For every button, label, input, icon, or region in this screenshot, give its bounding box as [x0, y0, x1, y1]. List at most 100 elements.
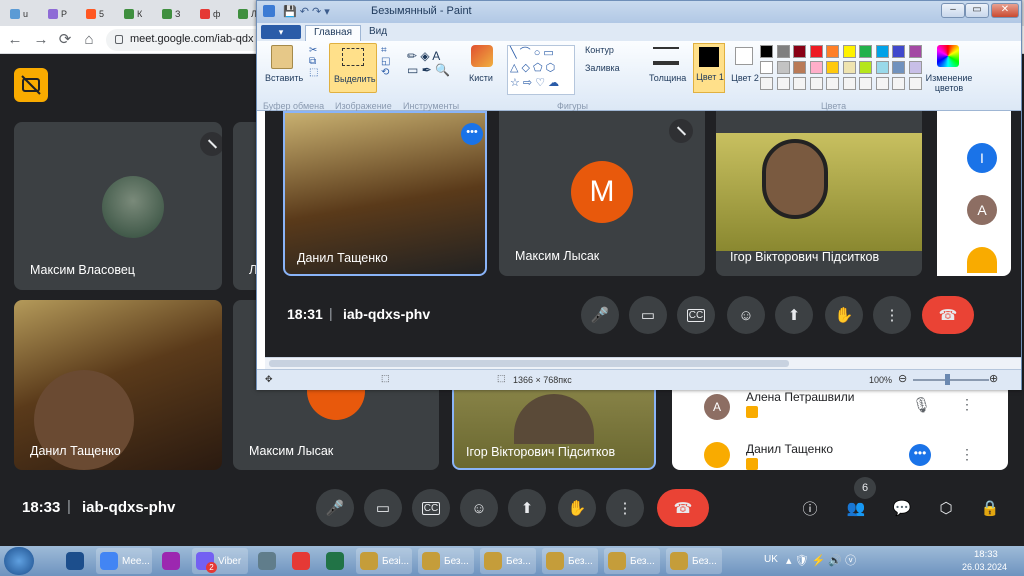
taskbar-app[interactable]: Без...: [666, 548, 722, 574]
cut-copy-icons[interactable]: ✂ ⧉ ⬚: [309, 45, 318, 78]
image-tools-icons[interactable]: ⌗ ◱ ⟲: [381, 45, 390, 78]
palette-swatch[interactable]: [892, 45, 905, 58]
more-options-icon[interactable]: ⋮: [960, 396, 974, 413]
close-button[interactable]: ✕: [991, 3, 1019, 18]
palette-swatch[interactable]: [760, 45, 773, 58]
zoom-slider-thumb[interactable]: [945, 374, 950, 385]
maximize-button[interactable]: ▭: [965, 3, 989, 18]
palette-swatch[interactable]: [908, 61, 922, 74]
participant-tile[interactable]: Данил Тащенко: [14, 300, 222, 470]
palette-swatch[interactable]: [776, 45, 790, 58]
paint-canvas[interactable]: ••• Данил Тащенко M Максим Лысак Ігор Ві…: [265, 111, 1021, 359]
mic-button[interactable]: 🎤: [316, 489, 354, 527]
zoom-out-button[interactable]: ⊖: [898, 372, 907, 385]
palette-swatch-empty[interactable]: [809, 77, 823, 90]
language-indicator[interactable]: UK: [764, 554, 778, 565]
file-menu-button[interactable]: ▾: [261, 25, 301, 39]
color1-button[interactable]: Цвет 1: [693, 43, 725, 93]
palette-swatch[interactable]: [859, 61, 872, 74]
taskbar-app[interactable]: Безі...: [356, 548, 412, 574]
palette-swatch-empty[interactable]: [859, 77, 872, 90]
brushes-icon[interactable]: [471, 45, 493, 67]
taskbar-app[interactable]: [62, 548, 90, 574]
palette-swatch[interactable]: [842, 61, 856, 74]
minimize-button[interactable]: –: [941, 3, 965, 18]
taskbar-app[interactable]: Mee...: [96, 548, 152, 574]
emoji-button[interactable]: ☺: [460, 489, 498, 527]
palette-swatch-empty[interactable]: [908, 77, 922, 90]
edit-colors-icon[interactable]: [937, 45, 959, 67]
horizontal-scrollbar[interactable]: [265, 357, 1021, 369]
host-controls-button[interactable]: 🔒: [976, 494, 1004, 522]
participant-tile[interactable]: Ігор Вікторович Підситков: [716, 111, 922, 276]
taskbar-app[interactable]: [288, 548, 316, 574]
palette-swatch[interactable]: [908, 45, 922, 58]
fill-dropdown[interactable]: Заливка: [585, 63, 620, 73]
browser-tab[interactable]: 5: [82, 4, 110, 24]
palette-swatch[interactable]: [793, 45, 806, 58]
leave-call-button[interactable]: ☎: [657, 489, 709, 527]
palette-swatch[interactable]: [809, 45, 823, 58]
brushes-label[interactable]: Кисти: [469, 73, 493, 83]
tab-view[interactable]: Вид: [369, 26, 387, 37]
palette-swatch[interactable]: [875, 61, 889, 74]
taskbar-app[interactable]: Без...: [418, 548, 474, 574]
taskbar-app[interactable]: [322, 548, 350, 574]
browser-tab[interactable]: З: [158, 4, 186, 24]
quick-access-icons[interactable]: 💾 ↶ ↷ ▾: [283, 5, 330, 18]
camera-button[interactable]: ▭: [364, 489, 402, 527]
participant-tile[interactable]: ••• Данил Тащенко: [283, 111, 487, 276]
forward-icon[interactable]: →: [32, 32, 50, 48]
select-button[interactable]: Выделить: [329, 43, 377, 93]
meeting-info-button[interactable]: ⓘ: [796, 494, 824, 522]
more-options-button[interactable]: ⋮: [606, 489, 644, 527]
leave-call-button[interactable]: ☎: [922, 296, 974, 334]
palette-swatch[interactable]: [760, 61, 773, 74]
outline-dropdown[interactable]: Контур: [585, 45, 614, 55]
back-icon[interactable]: ←: [6, 32, 24, 48]
tray-icons[interactable]: ▴ 🛡 ⚡ 🔊 ⓥ: [786, 552, 856, 568]
color2-label[interactable]: Цвет 2: [731, 73, 759, 83]
paste-icon[interactable]: [271, 45, 293, 69]
captions-button[interactable]: CC: [677, 296, 715, 334]
palette-swatch-empty[interactable]: [892, 77, 905, 90]
mic-button[interactable]: 🎤: [581, 296, 619, 334]
palette-swatch[interactable]: [776, 61, 790, 74]
emoji-button[interactable]: ☺: [727, 296, 765, 334]
taskbar-app[interactable]: Без...: [604, 548, 660, 574]
palette-swatch[interactable]: [892, 61, 905, 74]
captions-button[interactable]: CC: [412, 489, 450, 527]
reload-icon[interactable]: ⟳: [56, 32, 74, 48]
zoom-in-button[interactable]: ⊕: [989, 372, 998, 385]
home-icon[interactable]: ⌂: [80, 32, 98, 48]
clock-time[interactable]: 18:33: [974, 549, 998, 560]
palette-swatch[interactable]: [826, 61, 839, 74]
tools-icons[interactable]: ✏ ◈ A ▭ ✒ 🔍: [407, 49, 450, 77]
palette-swatch-empty[interactable]: [826, 77, 839, 90]
raise-hand-button[interactable]: ✋: [558, 489, 596, 527]
palette-swatch[interactable]: [875, 45, 889, 58]
palette-swatch-empty[interactable]: [842, 77, 856, 90]
scrollbar-thumb[interactable]: [269, 360, 789, 367]
color2-swatch[interactable]: [735, 47, 753, 65]
start-button[interactable]: [4, 547, 34, 575]
palette-swatch[interactable]: [842, 45, 856, 58]
shapes-gallery[interactable]: ╲ ⌒ ○ ▭ △ ◇ ⬠ ⬡ ☆ ⇨ ♡ ☁: [507, 45, 575, 95]
taskbar-app[interactable]: [254, 548, 282, 574]
present-button[interactable]: ⬆: [775, 296, 813, 334]
more-options-icon[interactable]: ⋮: [960, 446, 974, 463]
palette-swatch[interactable]: [793, 61, 806, 74]
edit-colors-label[interactable]: Изменение цветов: [923, 73, 975, 93]
size-label[interactable]: Толщина: [649, 73, 686, 83]
palette-swatch-empty[interactable]: [776, 77, 790, 90]
browser-tab[interactable]: Р: [44, 4, 72, 24]
participant-tile[interactable]: M Максим Лысак: [499, 111, 705, 276]
browser-tab[interactable]: u: [6, 4, 34, 24]
camera-button[interactable]: ▭: [629, 296, 667, 334]
more-options-button[interactable]: ⋮: [873, 296, 911, 334]
palette-swatch[interactable]: [826, 45, 839, 58]
taskbar-app[interactable]: Без...: [542, 548, 598, 574]
raise-hand-button[interactable]: ✋: [825, 296, 863, 334]
participant-tile[interactable]: Максим Власовец: [14, 122, 222, 290]
palette-swatch-empty[interactable]: [793, 77, 806, 90]
